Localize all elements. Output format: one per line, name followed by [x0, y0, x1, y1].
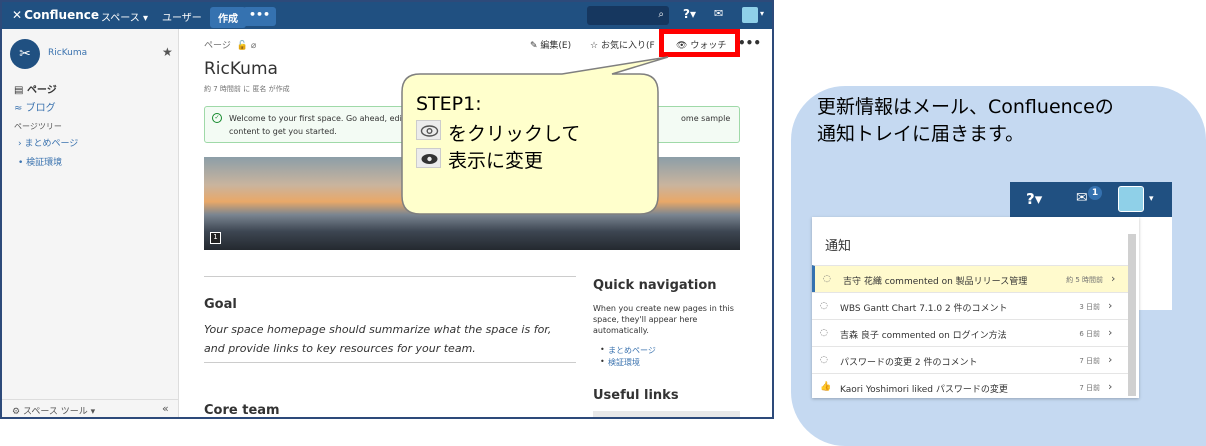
notice-text: content to get you started. [229, 127, 337, 136]
pages-icon: ▤ [14, 85, 24, 96]
page-tree-item[interactable]: • 検証環境 [18, 155, 62, 168]
space-name-link[interactable]: RicKuma [48, 48, 87, 58]
chevron-right-icon: › [1108, 326, 1113, 339]
page-tree-item[interactable]: › まとめページ [18, 136, 78, 149]
chevron-right-icon: › [1108, 380, 1113, 393]
chevron-right-icon: › [1108, 353, 1113, 366]
quick-navigation-text: When you create new pages in this [593, 304, 734, 313]
thumbs-up-icon: 👍 [820, 382, 832, 392]
scrollbar[interactable] [1128, 234, 1136, 396]
space-tools-button[interactable]: ⚙ スペース ツール ▾ [12, 404, 95, 417]
sidebar-item-pages[interactable]: ▤ ページ [14, 81, 57, 96]
divider [204, 362, 576, 363]
user-menu-caret-icon[interactable]: ▾ [1149, 194, 1154, 204]
rss-icon: ≈ [14, 103, 23, 114]
comment-icon: ◌ [823, 274, 831, 284]
user-avatar[interactable] [1118, 186, 1144, 212]
create-button[interactable]: 作成 [210, 7, 246, 28]
top-navigation-bar: ✕ Confluence スペース ▾ ユーザー 作成 ••• ⌕ ?▾ ✉ ▾ [2, 2, 772, 29]
lock-icon[interactable]: 🔓 [237, 41, 248, 51]
chevron-right-icon: › [1108, 299, 1113, 312]
help-icon[interactable]: ?▾ [683, 7, 696, 21]
watch-highlight-box [659, 29, 740, 57]
search-icon: ⌕ [658, 9, 664, 20]
user-avatar[interactable] [742, 7, 758, 23]
space-tools-bar: ⚙ スペース ツール ▾ « [2, 399, 179, 417]
confluence-screenshot: ✕ Confluence スペース ▾ ユーザー 作成 ••• ⌕ ?▾ ✉ ▾ … [0, 0, 774, 419]
welcome-notice: ✓ Welcome to your first space. Go ahead,… [204, 106, 740, 143]
notification-panel-title: 通知 [825, 239, 852, 254]
notification-item[interactable]: ◌ 吉守 花織 commented on 製品リリース管理 約 5 時間前 › [812, 265, 1128, 292]
check-circle-icon: ✓ [212, 113, 222, 123]
collapse-sidebar-icon[interactable]: « [162, 402, 169, 415]
create-more-button[interactable]: ••• [243, 7, 277, 26]
page-title: RicKuma [204, 59, 278, 79]
quick-navigation-text: space, they'll appear here [593, 315, 698, 324]
notification-tray-icon[interactable]: ✉ [714, 7, 723, 20]
confluence-x-icon: ✕ [12, 8, 23, 22]
notification-item[interactable]: ◌ WBS Gantt Chart 7.1.0 2 件のコメント 3 日前 › [812, 292, 1128, 319]
page-tree-heading: ページツリー [14, 122, 62, 131]
useful-links-table [593, 411, 740, 417]
help-icon[interactable]: ?▾ [1026, 190, 1042, 208]
notification-panel: 通知 ◌ 吉守 花織 commented on 製品リリース管理 約 5 時間前… [812, 217, 1139, 398]
favorite-star-icon[interactable]: ★ [162, 45, 173, 59]
user-menu-caret-icon[interactable]: ▾ [760, 9, 764, 18]
core-team-heading: Core team [204, 403, 280, 418]
confluence-logo[interactable]: ✕ Confluence [12, 8, 99, 22]
quick-navigation-link[interactable]: 検証環境 [600, 357, 640, 368]
space-logo-icon[interactable]: ✂ [10, 39, 40, 69]
notice-text: Welcome to your first space. Go ahead, e… [229, 114, 402, 123]
favorite-button[interactable]: ☆ お気に入り(F [590, 38, 655, 51]
goal-heading: Goal [204, 297, 237, 312]
attachment-icon[interactable]: ⌀ [251, 41, 256, 51]
space-sidebar: ✂ RicKuma ★ ▤ ページ ≈ ブログ ページツリー › まとめページ … [2, 29, 179, 417]
goal-text: Your space homepage should summarize wha… [204, 323, 552, 336]
space-banner-image: 1 [204, 157, 740, 250]
pencil-icon: ✎ [530, 41, 538, 51]
spaces-menu[interactable]: スペース ▾ [101, 9, 148, 24]
explanation-text: 更新情報はメール、Confluenceの [817, 96, 1114, 118]
notification-count-badge: 1 [1088, 186, 1102, 200]
quick-navigation-heading: Quick navigation [593, 278, 717, 293]
users-menu[interactable]: ユーザー [162, 9, 202, 24]
goal-text: and provide links to key resources for y… [204, 342, 476, 355]
comment-icon: ◌ [820, 301, 828, 311]
divider [204, 276, 576, 277]
page-content: ページ 🔓 ⌀ ✎ 編集(E) ☆ お気に入り(F 👁 ウォッチ ••• RicK… [180, 29, 772, 417]
more-actions-button[interactable]: ••• [738, 36, 761, 50]
notification-header-bar: ?▾ ✉ 1 ▾ [1010, 182, 1172, 217]
notice-text: ome sample [681, 114, 731, 123]
quick-navigation-link[interactable]: まとめページ [600, 345, 656, 356]
notification-item[interactable]: ◌ パスワードの変更 2 件のコメント 7 日前 › [812, 346, 1128, 373]
comment-icon: ◌ [820, 328, 828, 338]
image-comment-badge[interactable]: 1 [210, 232, 221, 244]
star-outline-icon: ☆ [590, 41, 599, 51]
notification-item[interactable]: 👍 Kaori Yoshimori liked パスワードの変更 7 日前 › [812, 373, 1128, 400]
quick-navigation-text: automatically. [593, 326, 649, 335]
explanation-text: 通知トレイに届きます。 [817, 123, 1025, 145]
comment-icon: ◌ [820, 355, 828, 365]
useful-links-heading: Useful links [593, 388, 679, 403]
page-metadata: 約 7 時間前 に 匿名 が作成 [204, 85, 290, 93]
breadcrumb: ページ 🔓 ⌀ [204, 38, 256, 51]
sidebar-item-blog[interactable]: ≈ ブログ [14, 99, 56, 114]
chevron-right-icon: › [1111, 272, 1116, 285]
notification-item[interactable]: ◌ 吉森 良子 commented on ログイン方法 6 日前 › [812, 319, 1128, 346]
page-background-strip [1138, 217, 1172, 310]
search-input[interactable]: ⌕ [587, 6, 669, 25]
notification-tray-icon[interactable]: ✉ [1076, 190, 1088, 206]
caret-down-icon: ▾ [143, 13, 149, 24]
breadcrumb-pages-link[interactable]: ページ [204, 41, 231, 51]
gear-icon: ⚙ [12, 407, 21, 417]
edit-button[interactable]: ✎ 編集(E) [530, 38, 571, 51]
